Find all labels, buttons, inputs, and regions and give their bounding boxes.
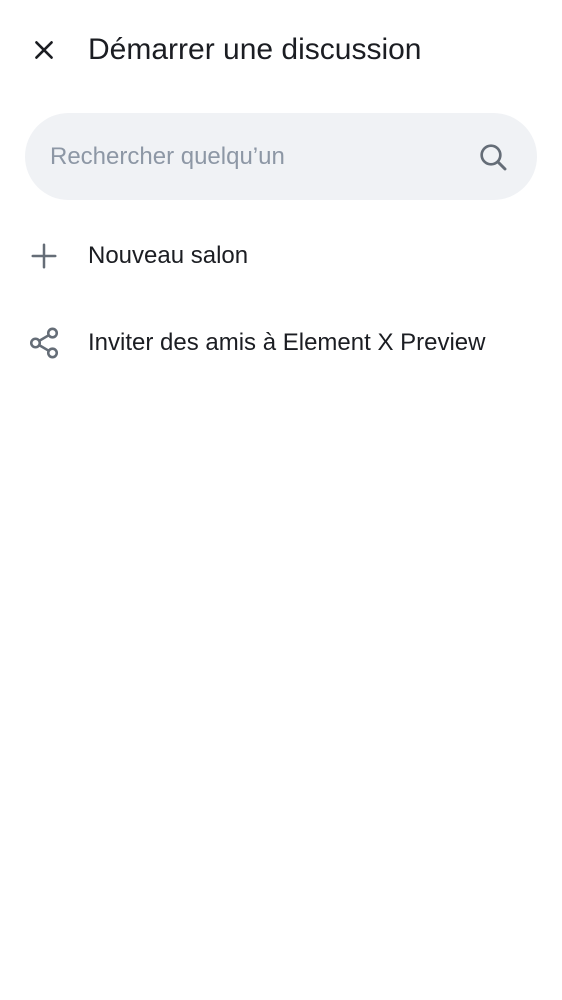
search-input[interactable]: [50, 113, 470, 200]
search-bar[interactable]: [25, 113, 537, 200]
plus-icon: [22, 234, 66, 278]
invite-friends-label: Inviter des amis à Element X Preview: [88, 329, 486, 356]
top-app-bar: Démarrer une discussion: [0, 0, 562, 100]
close-button[interactable]: [18, 24, 70, 76]
share-icon: [22, 321, 66, 365]
search-icon[interactable]: [476, 140, 510, 174]
invite-friends-button[interactable]: Inviter des amis à Element X Preview: [0, 303, 562, 383]
new-room-label: Nouveau salon: [88, 242, 249, 269]
new-room-button[interactable]: Nouveau salon: [0, 216, 562, 296]
close-icon: [35, 41, 53, 59]
page-title: Démarrer une discussion: [88, 33, 422, 66]
